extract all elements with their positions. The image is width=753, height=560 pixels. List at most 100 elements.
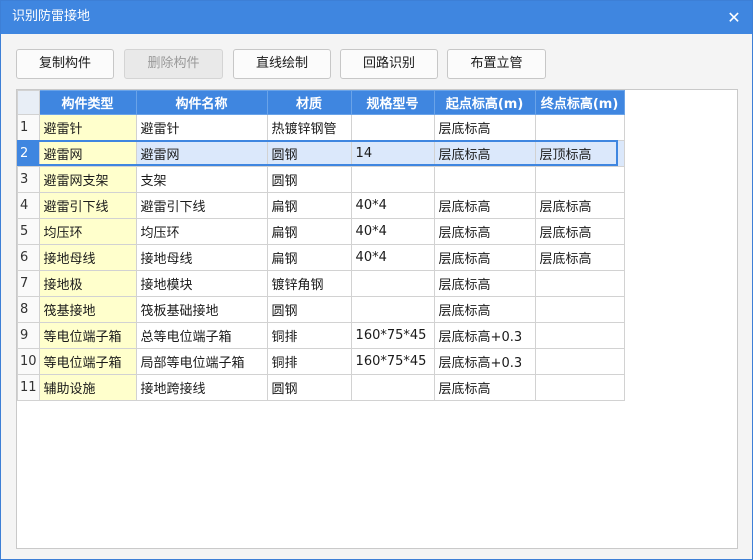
cell-end-elevation[interactable] — [534, 270, 625, 297]
cell-start-elevation[interactable]: 层底标高+0.3 — [433, 348, 536, 375]
line-draw-button[interactable]: 直线绘制 — [233, 49, 331, 79]
cell-component-type[interactable]: 筏基接地 — [38, 296, 137, 323]
cell-spec[interactable]: 40*4 — [350, 244, 435, 271]
cell-component-type[interactable]: 辅助设施 — [38, 374, 137, 401]
cell-start-elevation[interactable]: 层底标高 — [433, 114, 536, 141]
cell-material[interactable]: 圆钢 — [266, 374, 352, 401]
table-corner[interactable] — [17, 90, 40, 115]
row-number[interactable]: 5 — [17, 218, 40, 245]
title-bar[interactable]: 识别防雷接地 ✕ — [1, 1, 752, 34]
cell-material[interactable]: 扁钢 — [266, 218, 352, 245]
cell-material[interactable]: 圆钢 — [266, 296, 352, 323]
cell-component-type[interactable]: 避雷网支架 — [38, 166, 137, 193]
table-row[interactable]: 3 避雷网支架 支架 圆钢 — [17, 166, 625, 193]
cell-end-elevation[interactable] — [534, 348, 625, 375]
place-riser-button[interactable]: 布置立管 — [447, 49, 546, 79]
cell-material[interactable]: 扁钢 — [266, 244, 352, 271]
cell-material[interactable]: 铜排 — [266, 348, 352, 375]
cell-component-name[interactable]: 接地母线 — [135, 244, 268, 271]
cell-component-name[interactable]: 接地模块 — [135, 270, 268, 297]
cell-spec[interactable]: 40*4 — [350, 218, 435, 245]
column-header-material[interactable]: 材质 — [266, 90, 352, 115]
row-number[interactable]: 6 — [17, 244, 40, 271]
row-number[interactable]: 9 — [17, 322, 40, 349]
copy-component-button[interactable]: 复制构件 — [16, 49, 114, 79]
cell-material[interactable]: 圆钢 — [266, 140, 352, 167]
table-row[interactable]: 10 等电位端子箱 局部等电位端子箱 铜排 160*75*45 层底标高+0.3 — [17, 348, 625, 375]
cell-material[interactable]: 扁钢 — [266, 192, 352, 219]
table-row[interactable]: 6 接地母线 接地母线 扁钢 40*4 层底标高 层底标高 — [17, 244, 625, 271]
close-icon[interactable]: ✕ — [722, 5, 746, 29]
cell-start-elevation[interactable]: 层底标高 — [433, 218, 536, 245]
cell-spec[interactable]: 40*4 — [350, 192, 435, 219]
cell-component-name[interactable]: 支架 — [135, 166, 268, 193]
cell-spec[interactable] — [350, 296, 435, 323]
cell-end-elevation[interactable] — [534, 166, 625, 193]
row-number[interactable]: 11 — [17, 374, 40, 401]
cell-start-elevation[interactable]: 层底标高+0.3 — [433, 322, 536, 349]
cell-component-name[interactable]: 总等电位端子箱 — [135, 322, 268, 349]
cell-component-name[interactable]: 筏板基础接地 — [135, 296, 268, 323]
cell-spec[interactable] — [350, 166, 435, 193]
cell-component-name[interactable]: 均压环 — [135, 218, 268, 245]
cell-component-name[interactable]: 接地跨接线 — [135, 374, 268, 401]
cell-start-elevation[interactable]: 层底标高 — [433, 244, 536, 271]
cell-end-elevation[interactable]: 层底标高 — [534, 192, 625, 219]
cell-start-elevation[interactable]: 层底标高 — [433, 140, 536, 167]
cell-end-elevation[interactable]: 层底标高 — [534, 244, 625, 271]
cell-material[interactable]: 热镀锌钢管 — [266, 114, 352, 141]
cell-end-elevation[interactable] — [534, 114, 625, 141]
cell-component-name[interactable]: 局部等电位端子箱 — [135, 348, 268, 375]
cell-component-type[interactable]: 等电位端子箱 — [38, 348, 137, 375]
row-number[interactable]: 2 — [17, 140, 40, 167]
cell-start-elevation[interactable]: 层底标高 — [433, 270, 536, 297]
row-number[interactable]: 1 — [17, 114, 40, 141]
row-number[interactable]: 10 — [17, 348, 40, 375]
cell-component-name[interactable]: 避雷引下线 — [135, 192, 268, 219]
cell-component-name[interactable]: 避雷网 — [135, 140, 268, 167]
column-header-name[interactable]: 构件名称 — [135, 90, 268, 115]
cell-spec[interactable]: 160*75*45 — [350, 348, 435, 375]
cell-material[interactable]: 铜排 — [266, 322, 352, 349]
column-header-start-elevation[interactable]: 起点标高(m) — [433, 90, 536, 115]
column-header-end-elevation[interactable]: 终点标高(m) — [534, 90, 625, 115]
cell-spec[interactable] — [350, 270, 435, 297]
cell-component-type[interactable]: 接地极 — [38, 270, 137, 297]
table-row[interactable]: 4 避雷引下线 避雷引下线 扁钢 40*4 层底标高 层底标高 — [17, 192, 625, 219]
cell-component-type[interactable]: 避雷引下线 — [38, 192, 137, 219]
cell-spec[interactable]: 160*75*45 — [350, 322, 435, 349]
cell-start-elevation[interactable]: 层底标高 — [433, 296, 536, 323]
cell-start-elevation[interactable] — [433, 166, 536, 193]
table-row[interactable]: 7 接地极 接地模块 镀锌角钢 层底标高 — [17, 270, 625, 297]
row-number[interactable]: 7 — [17, 270, 40, 297]
cell-component-type[interactable]: 均压环 — [38, 218, 137, 245]
cell-component-type[interactable]: 避雷网 — [38, 140, 137, 167]
column-header-spec[interactable]: 规格型号 — [350, 90, 435, 115]
row-number[interactable]: 4 — [17, 192, 40, 219]
table-row[interactable]: 5 均压环 均压环 扁钢 40*4 层底标高 层底标高 — [17, 218, 625, 245]
cell-start-elevation[interactable]: 层底标高 — [433, 374, 536, 401]
cell-material[interactable]: 圆钢 — [266, 166, 352, 193]
loop-identify-button[interactable]: 回路识别 — [340, 49, 438, 79]
cell-component-type[interactable]: 等电位端子箱 — [38, 322, 137, 349]
delete-component-button[interactable]: 删除构件 — [124, 49, 223, 79]
table-row[interactable]: 8 筏基接地 筏板基础接地 圆钢 层底标高 — [17, 296, 625, 323]
cell-component-type[interactable]: 避雷针 — [38, 114, 137, 141]
table-row[interactable]: 2 避雷网 避雷网 圆钢 14 层底标高 层顶标高 — [17, 140, 625, 167]
cell-component-name[interactable]: 避雷针 — [135, 114, 268, 141]
cell-material[interactable]: 镀锌角钢 — [266, 270, 352, 297]
cell-start-elevation[interactable]: 层底标高 — [433, 192, 536, 219]
cell-spec[interactable] — [350, 114, 435, 141]
table-row[interactable]: 11 辅助设施 接地跨接线 圆钢 层底标高 — [17, 374, 625, 401]
cell-spec[interactable] — [350, 374, 435, 401]
cell-component-type[interactable]: 接地母线 — [38, 244, 137, 271]
cell-end-elevation[interactable]: 层底标高 — [534, 218, 625, 245]
cell-end-elevation[interactable]: 层顶标高 — [534, 140, 625, 167]
cell-end-elevation[interactable] — [534, 322, 625, 349]
table-row[interactable]: 1 避雷针 避雷针 热镀锌钢管 层底标高 — [17, 114, 625, 141]
table-row[interactable]: 9 等电位端子箱 总等电位端子箱 铜排 160*75*45 层底标高+0.3 — [17, 322, 625, 349]
cell-end-elevation[interactable] — [534, 296, 625, 323]
row-number[interactable]: 3 — [17, 166, 40, 193]
column-header-type[interactable]: 构件类型 — [38, 90, 137, 115]
row-number[interactable]: 8 — [17, 296, 40, 323]
